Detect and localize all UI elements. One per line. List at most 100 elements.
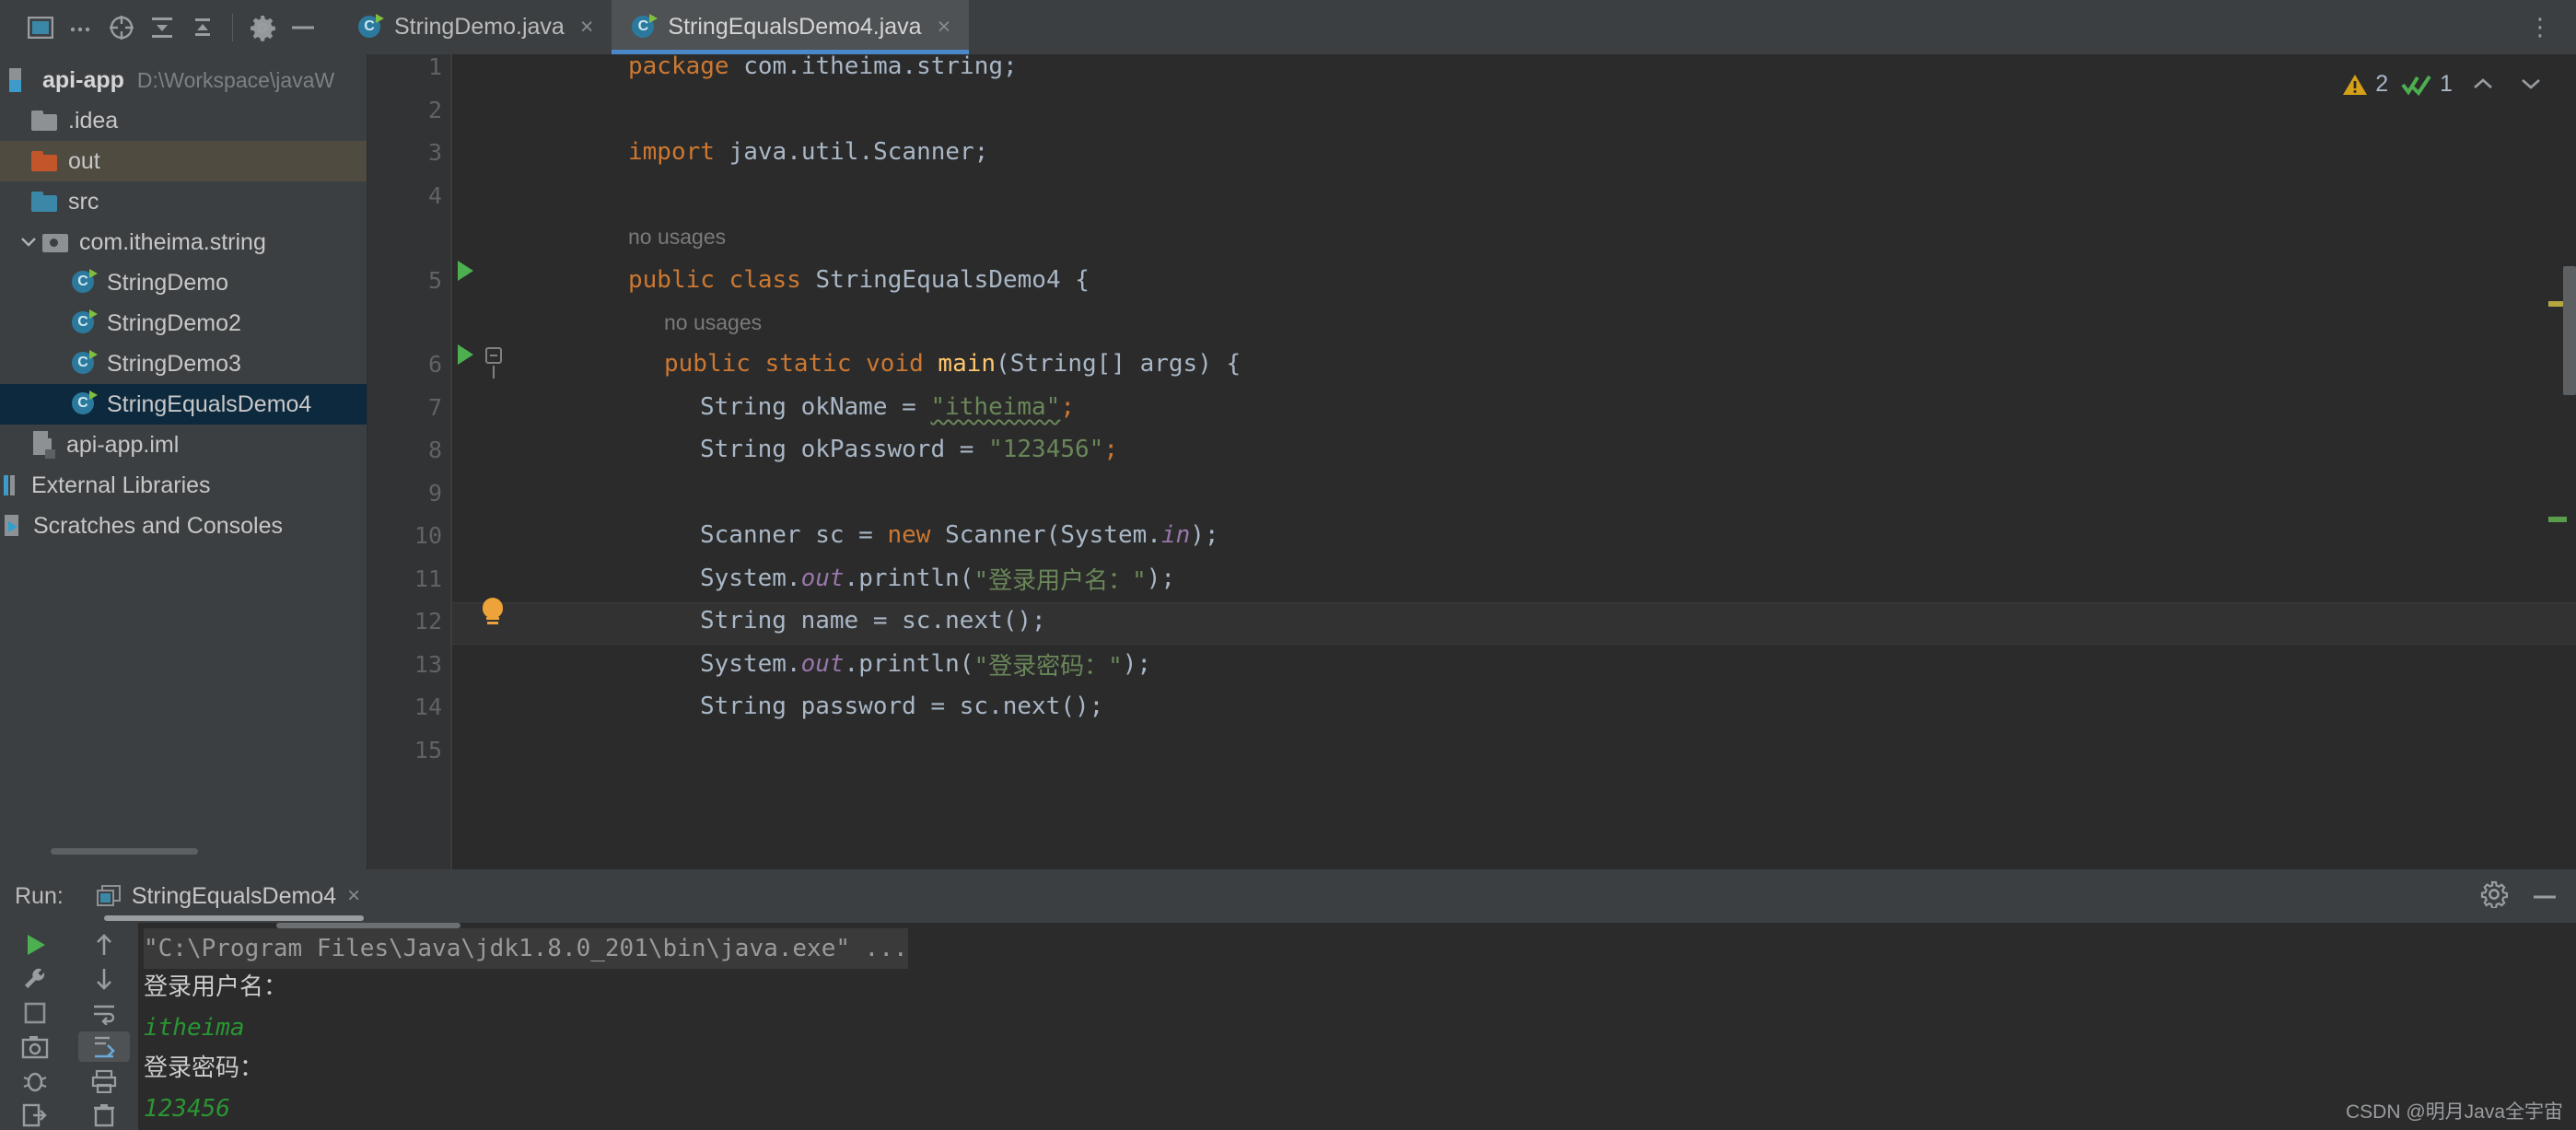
java-class-icon: C <box>72 269 98 295</box>
rerun-button[interactable] <box>9 930 61 961</box>
tree-item-stringdemo2[interactable]: C StringDemo2 <box>0 303 368 344</box>
bug-button[interactable] <box>9 1066 61 1096</box>
stop-button[interactable] <box>9 998 61 1029</box>
code-line-13: System. out .println("登录密码："); <box>700 650 1152 681</box>
tree-item-package[interactable]: com.itheima.string <box>0 222 368 262</box>
ok-count: 1 <box>2440 71 2453 97</box>
line-number: 15 <box>414 736 442 763</box>
tree-item-stringequalsdemo4[interactable]: C StringEqualsDemo4 <box>0 384 368 425</box>
console-line-input: itheima <box>144 1014 245 1042</box>
close-icon[interactable]: × <box>580 16 594 39</box>
wrench-button[interactable] <box>9 964 61 995</box>
tree-item-src[interactable]: src <box>0 181 368 222</box>
project-name: api-app <box>42 66 124 93</box>
warning-count-item[interactable]: 2 <box>2342 71 2388 98</box>
tree-item-iml[interactable]: api-app.iml <box>0 425 368 465</box>
scroll-to-end-button[interactable] <box>77 1031 130 1063</box>
code-line-11: System. out .println("登录用户名："); <box>700 565 1176 595</box>
tree-item-stringdemo[interactable]: C StringDemo <box>0 262 368 303</box>
collapse-all-icon[interactable] <box>182 7 223 48</box>
tree-item-project-root[interactable]: api-app D:\Workspace\javaW <box>0 60 368 100</box>
run-panel-header: Run: StringEqualsDemo4 × <box>0 869 2576 923</box>
code-line-12: String name = sc.next(); <box>700 607 1046 635</box>
project-view-icon[interactable] <box>20 7 61 48</box>
code-editor[interactable]: 1 2 3 4 5 6 7 8 9 10 11 12 13 14 15 pack… <box>368 54 2576 869</box>
line-number: 10 <box>414 521 442 549</box>
chevron-down-icon[interactable] <box>17 230 41 254</box>
run-config-icon <box>96 885 121 907</box>
close-icon[interactable]: × <box>938 16 951 39</box>
java-class-icon: C <box>72 390 98 416</box>
line-number: 4 <box>427 181 442 209</box>
soft-wrap-button[interactable] <box>78 998 130 1029</box>
console-line-command: "C:\Program Files\Java\jdk1.8.0_201\bin\… <box>144 928 2576 969</box>
editor-tab-bar: C StringDemo.java × C StringEqualsDemo4.… <box>338 0 970 54</box>
tree-item-label: StringDemo <box>107 269 228 296</box>
close-icon[interactable]: × <box>347 883 360 909</box>
editor-gutter[interactable]: 1 2 3 4 5 6 7 8 9 10 11 12 13 14 15 <box>368 54 503 869</box>
tree-item-label: out <box>68 147 100 174</box>
tree-item-external-libraries[interactable]: External Libraries <box>0 465 368 506</box>
next-problem-icon[interactable] <box>2513 72 2548 98</box>
code-line-14: String password = sc.next(); <box>700 693 1104 720</box>
camera-button[interactable] <box>9 1031 61 1062</box>
scratches-icon <box>4 514 22 538</box>
line-number: 2 <box>427 96 442 123</box>
settings-gear-icon[interactable] <box>2480 880 2508 913</box>
package-icon <box>42 232 68 252</box>
tree-item-out[interactable]: out <box>0 141 368 181</box>
warning-triangle-icon <box>2343 74 2368 95</box>
expand-all-icon[interactable] <box>142 7 182 48</box>
editor-tab-label: StringDemo.java <box>394 14 565 40</box>
ok-count-item[interactable]: 1 <box>2401 71 2453 98</box>
run-panel-header-actions <box>2480 869 2558 923</box>
tree-item-idea[interactable]: .idea <box>0 100 368 141</box>
console-line-output: 登录用户名： <box>144 973 288 1001</box>
top-bar-right: ⋮ <box>2517 0 2563 54</box>
line-number: 8 <box>427 436 442 463</box>
run-configuration-tab[interactable]: StringEqualsDemo4 × <box>84 869 373 923</box>
tree-item-label: .idea <box>68 107 119 134</box>
code-content[interactable]: package com.itheima.string; import java.… <box>451 54 2576 869</box>
locate-target-icon[interactable] <box>101 7 142 48</box>
iml-file-icon <box>31 431 55 459</box>
editor-tab-stringdemo[interactable]: C StringDemo.java × <box>338 0 612 54</box>
scroll-up-button[interactable] <box>78 930 130 961</box>
inspection-status-hud: 2 1 <box>2342 71 2548 98</box>
watermark: CSDN @明月Java全宇宙 <box>2345 1101 2563 1123</box>
line-number: 6 <box>427 350 442 378</box>
code-line-1: package com.itheima.string; <box>628 54 1018 80</box>
tree-item-scratches[interactable]: Scratches and Consoles <box>0 506 368 546</box>
print-button[interactable] <box>78 1066 130 1096</box>
code-line-6: public static void main (String[] args) { <box>664 350 1241 378</box>
project-tree-panel[interactable]: api-app D:\Workspace\javaW .idea out src <box>0 54 368 869</box>
main-menu-icon[interactable]: ⋮ <box>2517 15 2563 39</box>
minimize-icon[interactable] <box>2532 888 2558 904</box>
settings-gear-icon[interactable] <box>242 7 283 48</box>
checkmark-icon <box>2401 75 2431 96</box>
exit-button[interactable] <box>9 1100 61 1130</box>
line-number: 1 <box>427 54 442 80</box>
editor-tab-stringequalsdemo4[interactable]: C StringEqualsDemo4.java × <box>612 0 970 54</box>
run-toolbar-left <box>0 923 69 1130</box>
scroll-down-button[interactable] <box>78 964 130 995</box>
line-number: 7 <box>427 393 442 421</box>
sidebar-horizontal-scrollbar[interactable] <box>51 848 198 855</box>
toolbar-divider <box>232 13 233 41</box>
editor-tab-label: StringEqualsDemo4.java <box>668 14 922 40</box>
console-scrollbar[interactable] <box>276 923 460 928</box>
project-toolbar <box>0 0 338 54</box>
ok-marker[interactable] <box>2548 517 2567 522</box>
tree-item-label: StringDemo2 <box>107 309 241 336</box>
console-output[interactable]: "C:\Program Files\Java\jdk1.8.0_201\bin\… <box>138 923 2576 1130</box>
run-toolbar-secondary <box>69 923 138 1130</box>
clear-all-button[interactable] <box>78 1100 130 1130</box>
more-options-icon[interactable] <box>61 7 101 48</box>
folder-blue-icon <box>31 192 57 212</box>
tree-item-stringdemo3[interactable]: C StringDemo3 <box>0 344 368 384</box>
prev-problem-icon[interactable] <box>2465 72 2500 98</box>
inspection-marker-bar[interactable] <box>2548 54 2570 869</box>
hide-panel-icon[interactable] <box>283 7 323 48</box>
editor-vertical-scrollbar[interactable] <box>2563 266 2576 395</box>
tree-item-label: api-app.iml <box>66 431 180 458</box>
